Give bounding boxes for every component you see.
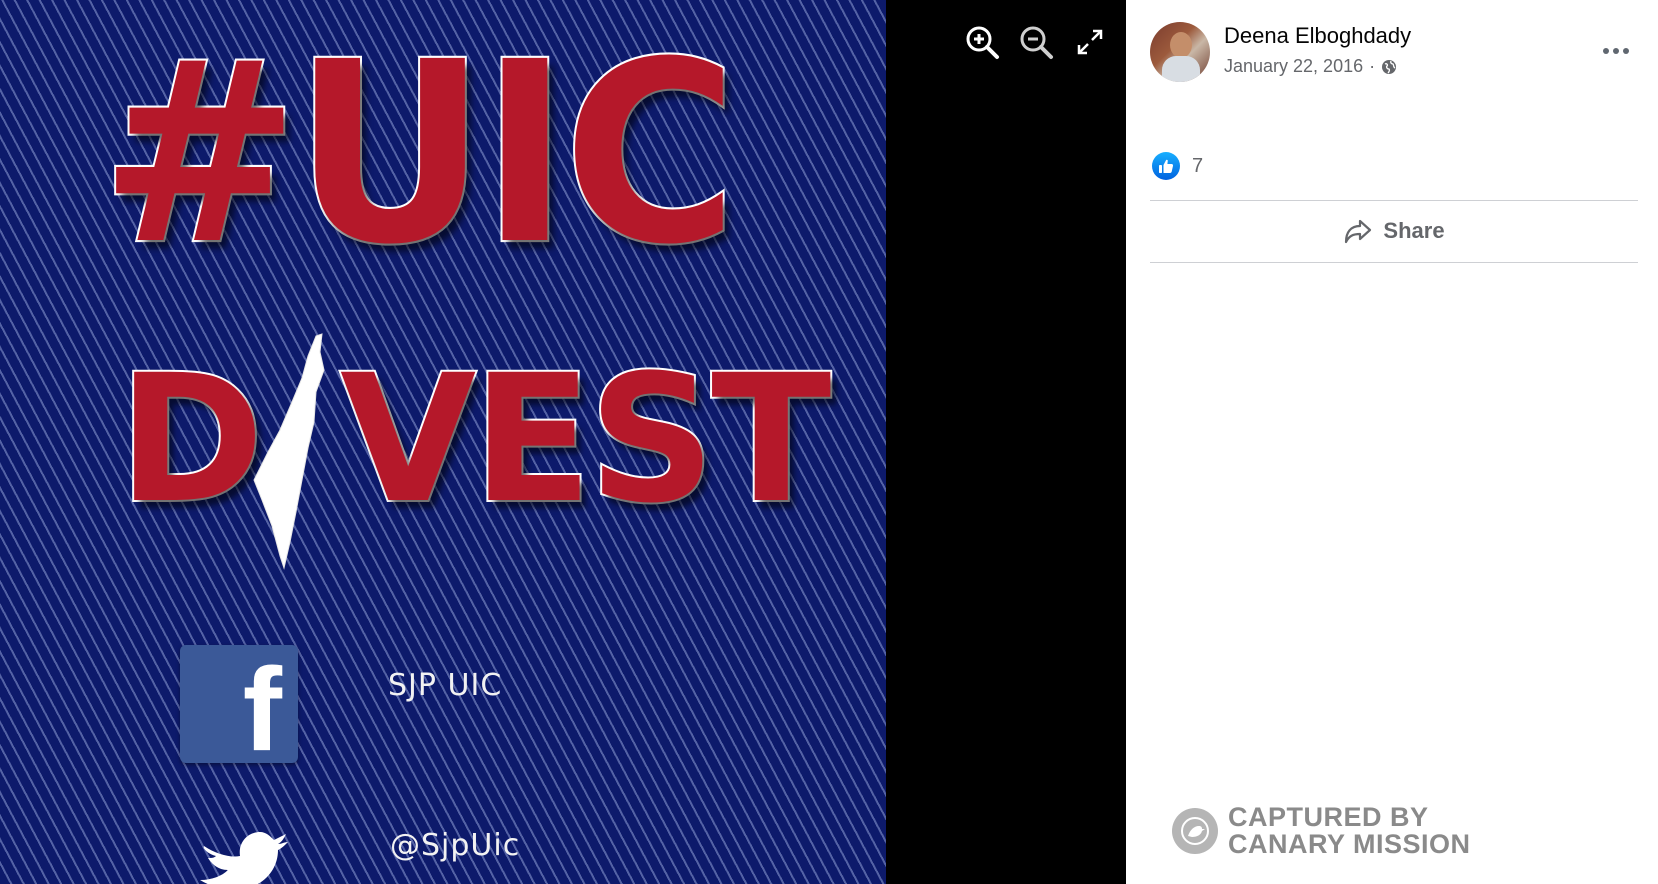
fullscreen-button[interactable] [1070,22,1110,62]
avatar[interactable] [1150,22,1210,82]
more-options-icon [1601,41,1631,59]
zoom-in-button[interactable] [962,22,1002,62]
twitter-bird-icon [200,832,288,884]
watermark: CAPTURED BY CANARY MISSION [1172,804,1471,858]
photo-headline-divest-d: D [116,337,266,542]
divider [1150,262,1638,263]
meta-separator: · [1369,56,1376,76]
post-photo[interactable]: #UIC D VEST f SJP UIC @SjpUic [0,0,886,884]
zoom-out-button[interactable] [1016,22,1056,62]
thumbs-up-glyph [1159,159,1174,173]
more-options-button[interactable] [1598,36,1634,64]
photo-headline-divest-rest: VEST [338,337,833,542]
share-label: Share [1383,218,1445,243]
divider [1150,200,1638,201]
zoom-in-icon [966,26,999,59]
facebook-handle: SJP UIC [388,668,503,703]
like-icon [1152,152,1180,180]
like-count: 7 [1192,154,1204,177]
avatar-body [1162,56,1200,82]
facebook-letter: f [242,644,282,776]
watermark-line2: CANARY MISSION [1228,829,1471,859]
avatar-face [1170,32,1192,58]
globe-icon [1382,59,1397,74]
palestine-map-icon [253,333,325,570]
post-details-panel: Deena Elboghdady January 22, 2016 · 7 Sh… [1126,0,1658,884]
share-icon [1345,219,1372,244]
twitter-handle: @SjpUic [390,828,521,863]
photo-viewer: #UIC D VEST f SJP UIC @SjpUic [0,0,1126,884]
watermark-text: CAPTURED BY CANARY MISSION [1228,804,1471,858]
fullscreen-icon [1077,29,1103,55]
post-date[interactable]: January 22, 2016 [1224,56,1363,77]
facebook-logo-icon: f [180,645,298,769]
canary-bird-glyph [1181,817,1209,845]
canary-logo-icon [1172,808,1218,854]
zoom-out-icon [1020,26,1053,59]
photo-headline-hashtag: #UIC [98,9,740,300]
reactions-summary[interactable]: 7 [1152,152,1203,180]
author-name[interactable]: Deena Elboghdady [1224,23,1411,49]
watermark-line1: CAPTURED BY [1228,802,1429,832]
post-meta: January 22, 2016 · [1224,56,1397,77]
share-button[interactable]: Share [1150,204,1638,258]
